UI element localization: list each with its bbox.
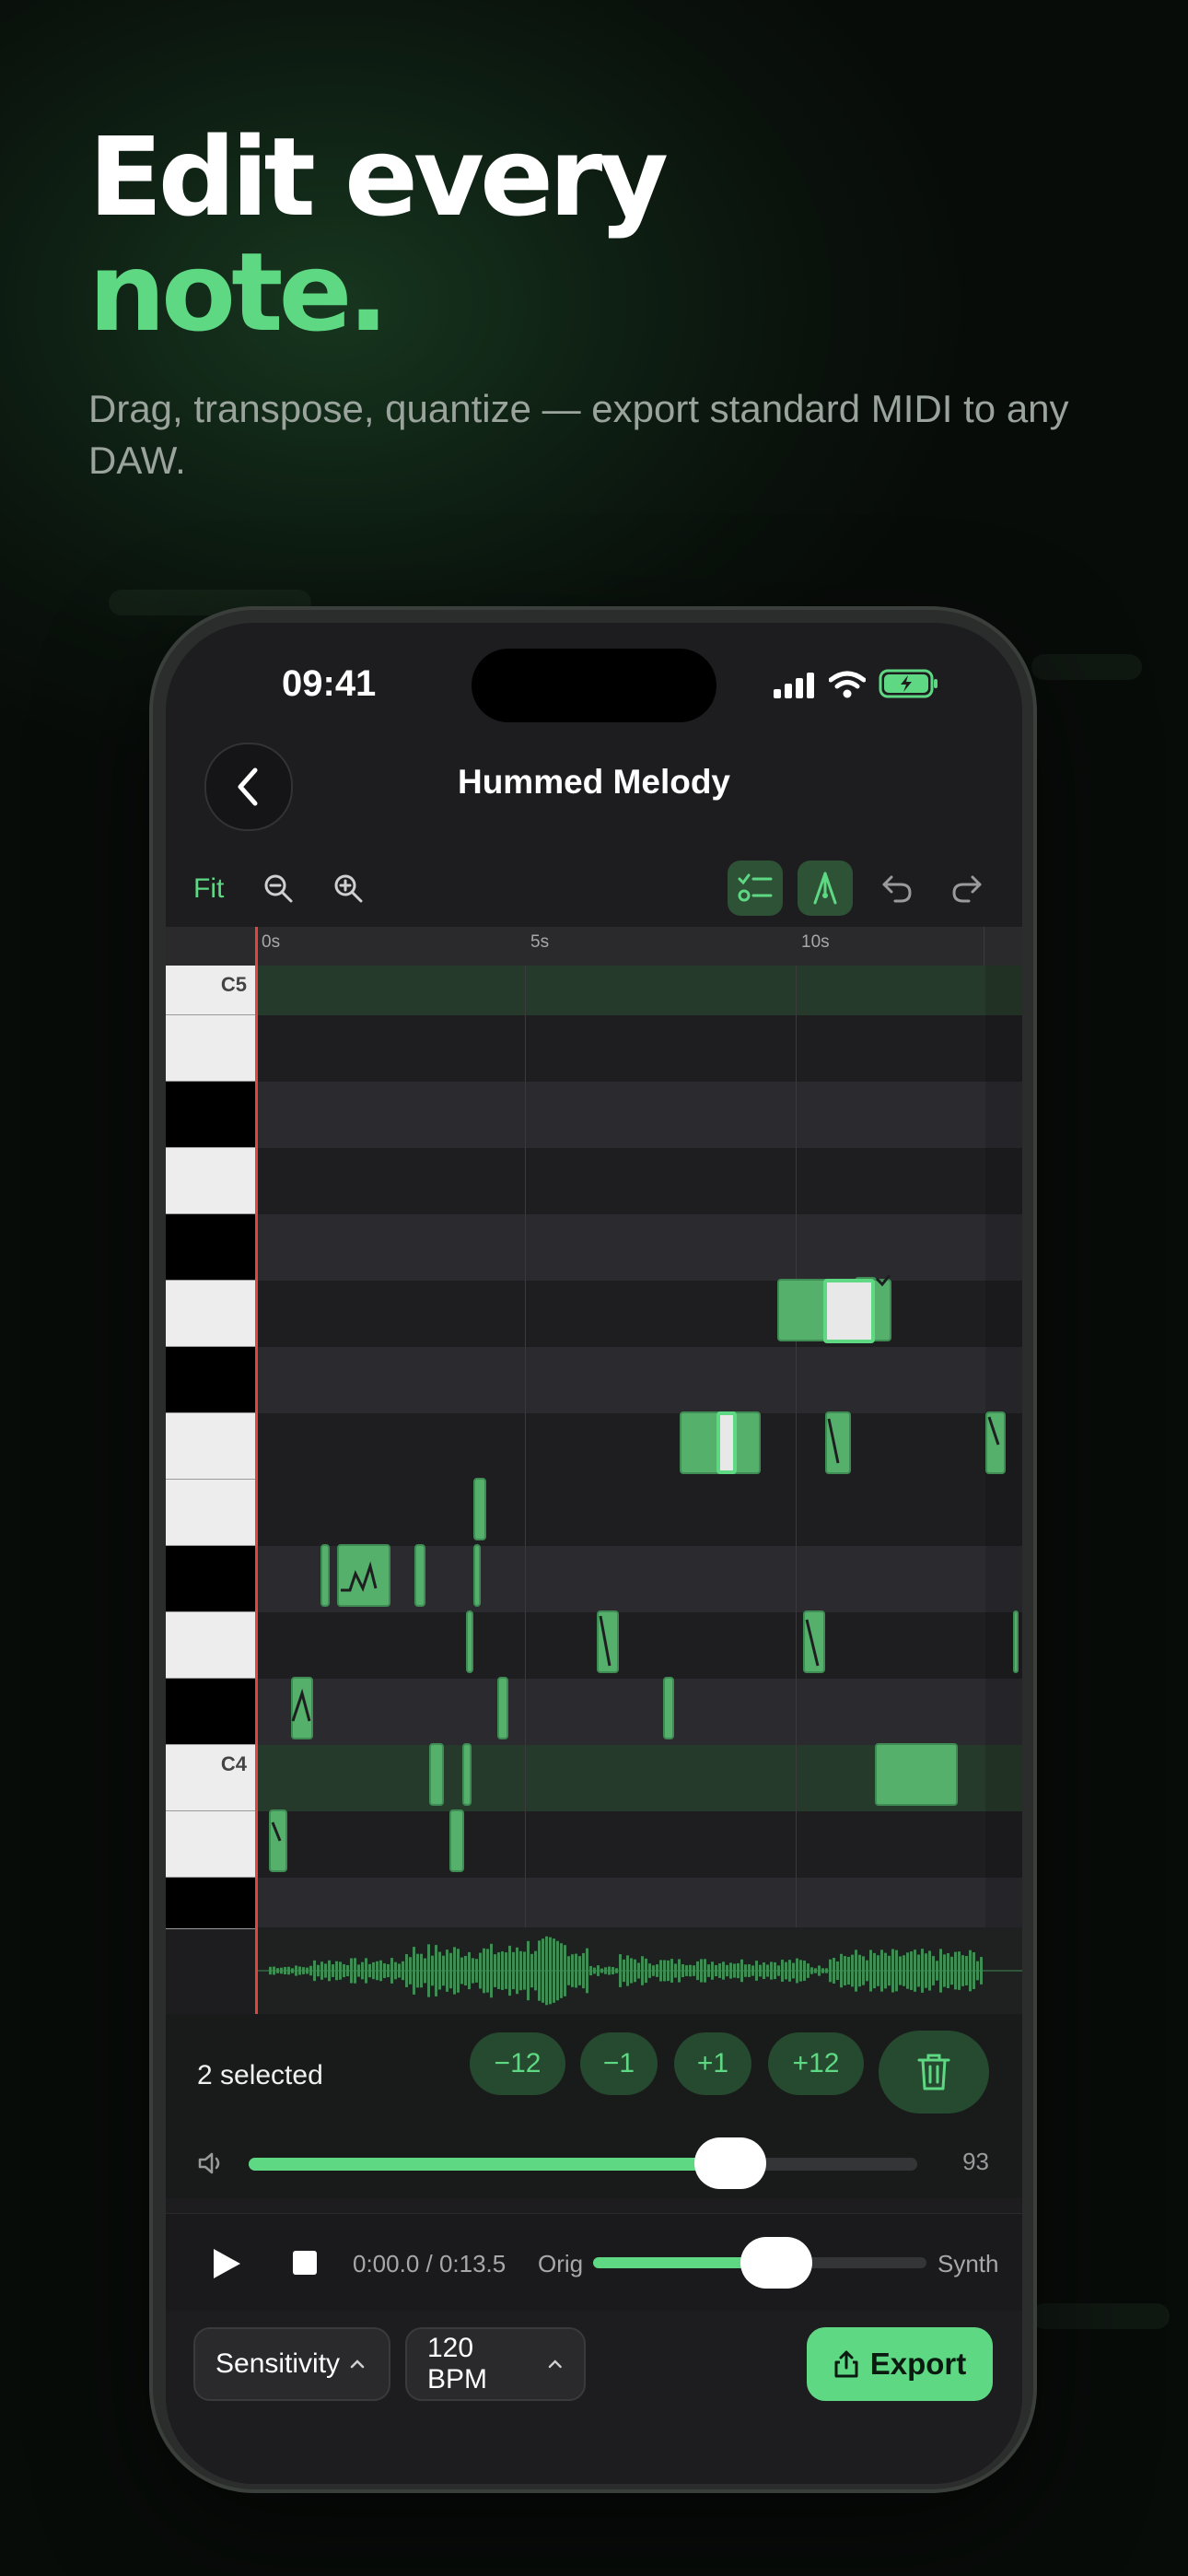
audio-waveform xyxy=(256,1927,1022,2014)
playhead[interactable] xyxy=(255,927,258,2014)
piano-key[interactable] xyxy=(166,1413,256,1480)
piano-key[interactable]: C4 xyxy=(166,1745,256,1811)
selected-count: 2 selected xyxy=(197,2060,323,2090)
volume-slider[interactable] xyxy=(249,2137,917,2189)
chevron-up-icon xyxy=(350,2359,365,2369)
select-mode-button[interactable] xyxy=(728,861,783,916)
piano-key[interactable] xyxy=(166,1281,256,1347)
pitch-edit-icon xyxy=(813,872,837,905)
undo-icon xyxy=(882,875,912,903)
zoom-out-button[interactable] xyxy=(250,861,306,916)
headline: Edit every note. xyxy=(88,113,669,356)
status-time: 09:41 xyxy=(282,663,377,704)
stop-button[interactable] xyxy=(293,2251,317,2275)
key-label-c4: C4 xyxy=(220,1752,247,1775)
piano-key[interactable] xyxy=(166,1878,256,1929)
signal-icon xyxy=(774,673,814,698)
subtitle: Drag, transpose, quantize — export stand… xyxy=(88,387,1069,482)
piano-key[interactable]: C5 xyxy=(166,966,256,1015)
timeline-ruler[interactable]: 0s 5s 10s xyxy=(166,927,1022,966)
piano-roll-grid[interactable] xyxy=(256,966,1022,1929)
piano-key[interactable] xyxy=(166,1082,256,1148)
piano-key[interactable] xyxy=(166,1214,256,1281)
share-icon xyxy=(834,2350,858,2378)
pitch-curves xyxy=(271,1274,1000,1842)
sensitivity-label: Sensitivity xyxy=(215,2348,341,2379)
transpose-minus-12-button[interactable]: −12 xyxy=(470,2032,565,2095)
headline-line-1: Edit every xyxy=(88,113,669,240)
piano-key[interactable] xyxy=(166,1612,256,1679)
pitch-edit-button[interactable] xyxy=(798,861,853,916)
chevron-up-icon xyxy=(549,2359,563,2369)
redo-icon xyxy=(952,875,982,903)
bpm-label: 120 BPM xyxy=(427,2333,488,2395)
tick-label: 0s xyxy=(262,932,281,952)
piano-key[interactable] xyxy=(166,1811,256,1878)
piano-key[interactable] xyxy=(166,1546,256,1612)
tick-label: 10s xyxy=(801,932,830,952)
headline-line-2: note. xyxy=(88,228,389,356)
redo-button[interactable] xyxy=(939,861,995,916)
speaker-icon xyxy=(198,2152,220,2174)
piano-key[interactable] xyxy=(166,1679,256,1745)
key-label-c5: C5 xyxy=(220,973,247,996)
tick-label: 5s xyxy=(530,932,550,952)
mix-orig-label: Orig xyxy=(538,2250,584,2277)
zoom-in-icon xyxy=(334,874,363,903)
decorative-glow xyxy=(1031,654,1142,680)
sensitivity-dropdown[interactable]: Sensitivity xyxy=(193,2327,390,2401)
playback-time: 0:00.0 / 0:13.5 xyxy=(353,2250,507,2277)
piano-keyboard[interactable]: C5 C4 xyxy=(166,966,256,1929)
wifi-icon xyxy=(829,671,866,698)
mix-knob[interactable] xyxy=(740,2237,813,2289)
status-icons xyxy=(774,669,939,698)
play-icon[interactable] xyxy=(210,2246,243,2281)
export-label: Export xyxy=(869,2347,967,2381)
volume-knob[interactable] xyxy=(693,2137,766,2189)
piano-key[interactable] xyxy=(166,1015,256,1082)
app-screen: 09:41 Hummed Melody Fit 0s 5s 10s C5 C4 … xyxy=(166,623,1022,2484)
mix-slider[interactable] xyxy=(593,2237,926,2289)
piano-key[interactable] xyxy=(166,1347,256,1413)
zoom-in-button[interactable] xyxy=(320,861,376,916)
transpose-minus-1-button[interactable]: −1 xyxy=(580,2032,658,2095)
export-button[interactable]: Export xyxy=(807,2327,993,2401)
trash-icon xyxy=(917,2054,950,2090)
mix-synth-label: Synth xyxy=(938,2250,999,2277)
decorative-glow xyxy=(1031,2303,1170,2329)
volume-value: 93 xyxy=(962,2148,989,2175)
piano-key[interactable] xyxy=(166,1480,256,1546)
transpose-plus-1-button[interactable]: +1 xyxy=(674,2032,751,2095)
zoom-out-icon xyxy=(264,874,293,903)
dynamic-island xyxy=(472,649,716,722)
undo-button[interactable] xyxy=(869,861,925,916)
volume-fill xyxy=(249,2158,730,2171)
piano-key[interactable] xyxy=(166,1148,256,1214)
select-mode-icon xyxy=(738,873,773,902)
fit-button[interactable]: Fit xyxy=(193,873,224,905)
delete-button[interactable] xyxy=(879,2031,989,2113)
page-title: Hummed Melody xyxy=(457,763,731,801)
waveform-graphic xyxy=(256,1936,1022,2006)
transpose-plus-12-button[interactable]: +12 xyxy=(768,2032,864,2095)
bpm-dropdown[interactable]: 120 BPM xyxy=(405,2327,586,2401)
battery-icon xyxy=(879,669,938,698)
